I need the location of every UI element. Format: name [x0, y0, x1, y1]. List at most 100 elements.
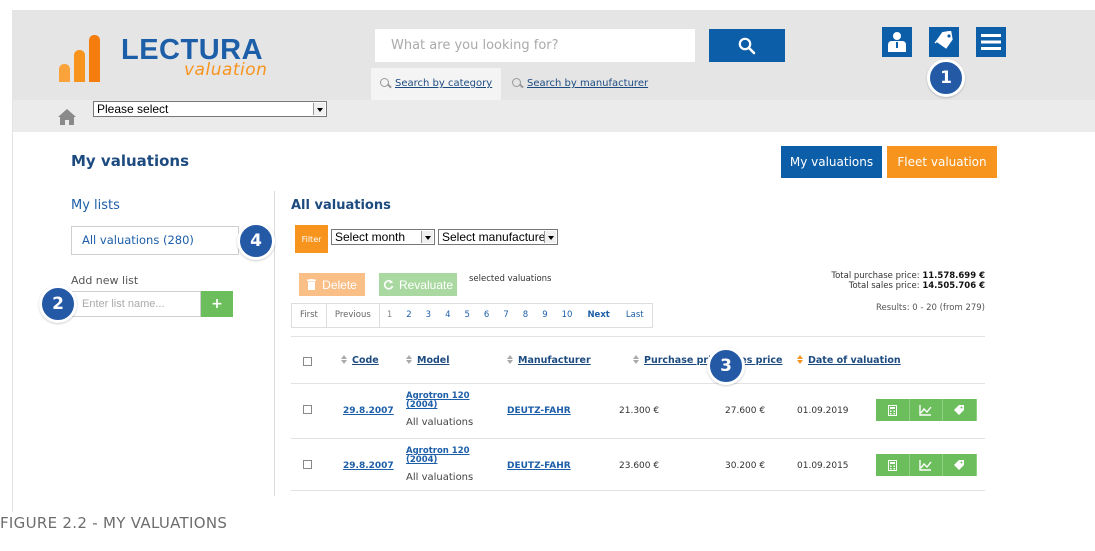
total-sales-value: 14.505.706 € — [922, 281, 985, 291]
chart-icon — [919, 404, 932, 416]
tag-button[interactable] — [943, 454, 977, 476]
chart-button[interactable] — [909, 399, 944, 421]
user-icon — [888, 32, 906, 52]
manufacturer-link[interactable]: DEUTZ-FAHR — [507, 461, 571, 471]
totals: Total purchase price: 11.578.699 € Total… — [831, 271, 985, 291]
delete-label: Delete — [322, 277, 357, 292]
manufacturer-select[interactable]: Select manufacturer — [438, 229, 558, 245]
valuation-date: 01.09.2019 — [797, 406, 849, 416]
lectura-logo[interactable]: LECTURA valuation — [59, 30, 319, 92]
select-value: Select month — [335, 230, 406, 244]
tag-button[interactable] — [943, 399, 977, 421]
sort-icon — [507, 355, 513, 364]
model-list-name: All valuations — [406, 472, 474, 483]
app-frame: LECTURA valuation What are you looking f… — [12, 10, 1095, 512]
search-input[interactable]: What are you looking for? — [375, 29, 695, 62]
divider — [291, 383, 985, 384]
page-3[interactable]: 3 — [419, 304, 438, 327]
calculator-button[interactable] — [876, 399, 910, 421]
my-lists-heading: My lists — [71, 198, 120, 213]
filter-button[interactable]: Filter — [295, 225, 328, 253]
trash-icon — [307, 279, 317, 290]
header-label: Manufacturer — [518, 355, 591, 366]
page-5[interactable]: 5 — [458, 304, 477, 327]
page-10[interactable]: 10 — [555, 304, 580, 327]
tab-label: Search by category — [395, 78, 493, 89]
page-6[interactable]: 6 — [477, 304, 496, 327]
menu-button[interactable] — [976, 27, 1006, 57]
total-purchase-label: Total purchase price: — [831, 271, 920, 281]
home-link[interactable] — [57, 108, 77, 130]
figure-caption: FIGURE 2.2 - MY VALUATIONS — [0, 514, 228, 532]
section-title: All valuations — [291, 198, 391, 213]
logo-bar — [74, 50, 85, 82]
page-9[interactable]: 9 — [535, 304, 554, 327]
search-icon — [512, 78, 521, 87]
callout-badge: 2 — [39, 285, 77, 323]
add-list-button[interactable]: + — [201, 291, 233, 317]
fleet-valuation-button[interactable]: Fleet valuation — [887, 146, 997, 178]
column-header-model[interactable]: Model — [406, 355, 449, 366]
logo-bar — [89, 35, 100, 82]
tag-icon — [934, 31, 953, 49]
calculator-icon — [887, 404, 897, 416]
list-name-input[interactable]: Enter list name... — [71, 291, 201, 317]
refresh-icon — [383, 280, 394, 290]
select-value: Please select — [97, 102, 169, 116]
page-first[interactable]: First — [292, 304, 326, 327]
search-button[interactable] — [709, 29, 785, 62]
sort-icon — [341, 355, 347, 364]
model-link[interactable]: Agrotron 120 (2004) — [406, 392, 486, 410]
total-purchase-value: 11.578.699 € — [922, 271, 985, 281]
divider — [291, 336, 985, 337]
page-4[interactable]: 4 — [438, 304, 457, 327]
chevron-down-icon — [421, 231, 433, 243]
model-link[interactable]: Agrotron 120 (2004) — [406, 447, 486, 465]
page-last[interactable]: Last — [618, 304, 652, 327]
page-1[interactable]: 1 — [378, 304, 399, 327]
calculator-button[interactable] — [876, 454, 910, 476]
callout-badge: 3 — [707, 347, 745, 385]
category-select[interactable]: Please select — [93, 101, 327, 117]
page-previous[interactable]: Previous — [325, 304, 379, 327]
results-count: Results: 0 - 20 (from 279) — [876, 303, 985, 313]
row-actions — [876, 399, 977, 421]
logo-subtitle: valuation — [184, 60, 268, 80]
chevron-down-icon — [544, 231, 556, 243]
row-actions — [876, 454, 977, 476]
column-header-manufacturer[interactable]: Manufacturer — [507, 355, 591, 366]
delete-button[interactable]: Delete — [299, 273, 365, 296]
column-header-code[interactable]: Code — [341, 355, 379, 366]
divider — [291, 490, 985, 491]
row-checkbox[interactable] — [303, 460, 312, 469]
callout-badge: 4 — [237, 222, 275, 260]
user-button[interactable] — [882, 27, 912, 57]
page-8[interactable]: 8 — [516, 304, 535, 327]
page-7[interactable]: 7 — [496, 304, 515, 327]
month-select[interactable]: Select month — [331, 229, 435, 245]
my-valuations-button[interactable]: My valuations — [781, 146, 882, 178]
row-checkbox[interactable] — [303, 405, 312, 414]
chart-button[interactable] — [909, 454, 944, 476]
column-header-date-of-valuation[interactable]: Date of valuation — [797, 355, 901, 366]
page-next[interactable]: Next — [579, 304, 617, 327]
code-link[interactable]: 29.8.2007 — [343, 461, 394, 471]
select-all-checkbox[interactable] — [303, 357, 312, 366]
list-item-all-valuations[interactable]: All valuations (280) — [71, 226, 239, 255]
revaluate-button[interactable]: Revaluate — [379, 273, 457, 296]
tab-search-by-category[interactable]: Search by category — [371, 68, 501, 100]
sort-icon — [633, 355, 639, 364]
column-header-purchase-price[interactable]: Purchase pri — [633, 355, 711, 366]
header-label: Purchase pri — [644, 355, 712, 366]
tab-search-by-manufacturer[interactable]: Search by manufacturer — [503, 68, 653, 100]
total-sales-label: Total sales price: — [848, 281, 920, 291]
tab-label: Search by manufacturer — [527, 78, 649, 89]
code-link[interactable]: 29.8.2007 — [343, 406, 394, 416]
sales-price: 27.600 € — [725, 406, 766, 416]
page-2[interactable]: 2 — [399, 304, 418, 327]
tag-button[interactable] — [929, 27, 959, 57]
page-title: My valuations — [71, 152, 189, 170]
manufacturer-link[interactable]: DEUTZ-FAHR — [507, 406, 571, 416]
purchase-price: 21.300 € — [619, 406, 660, 416]
logo-bar — [59, 64, 70, 82]
